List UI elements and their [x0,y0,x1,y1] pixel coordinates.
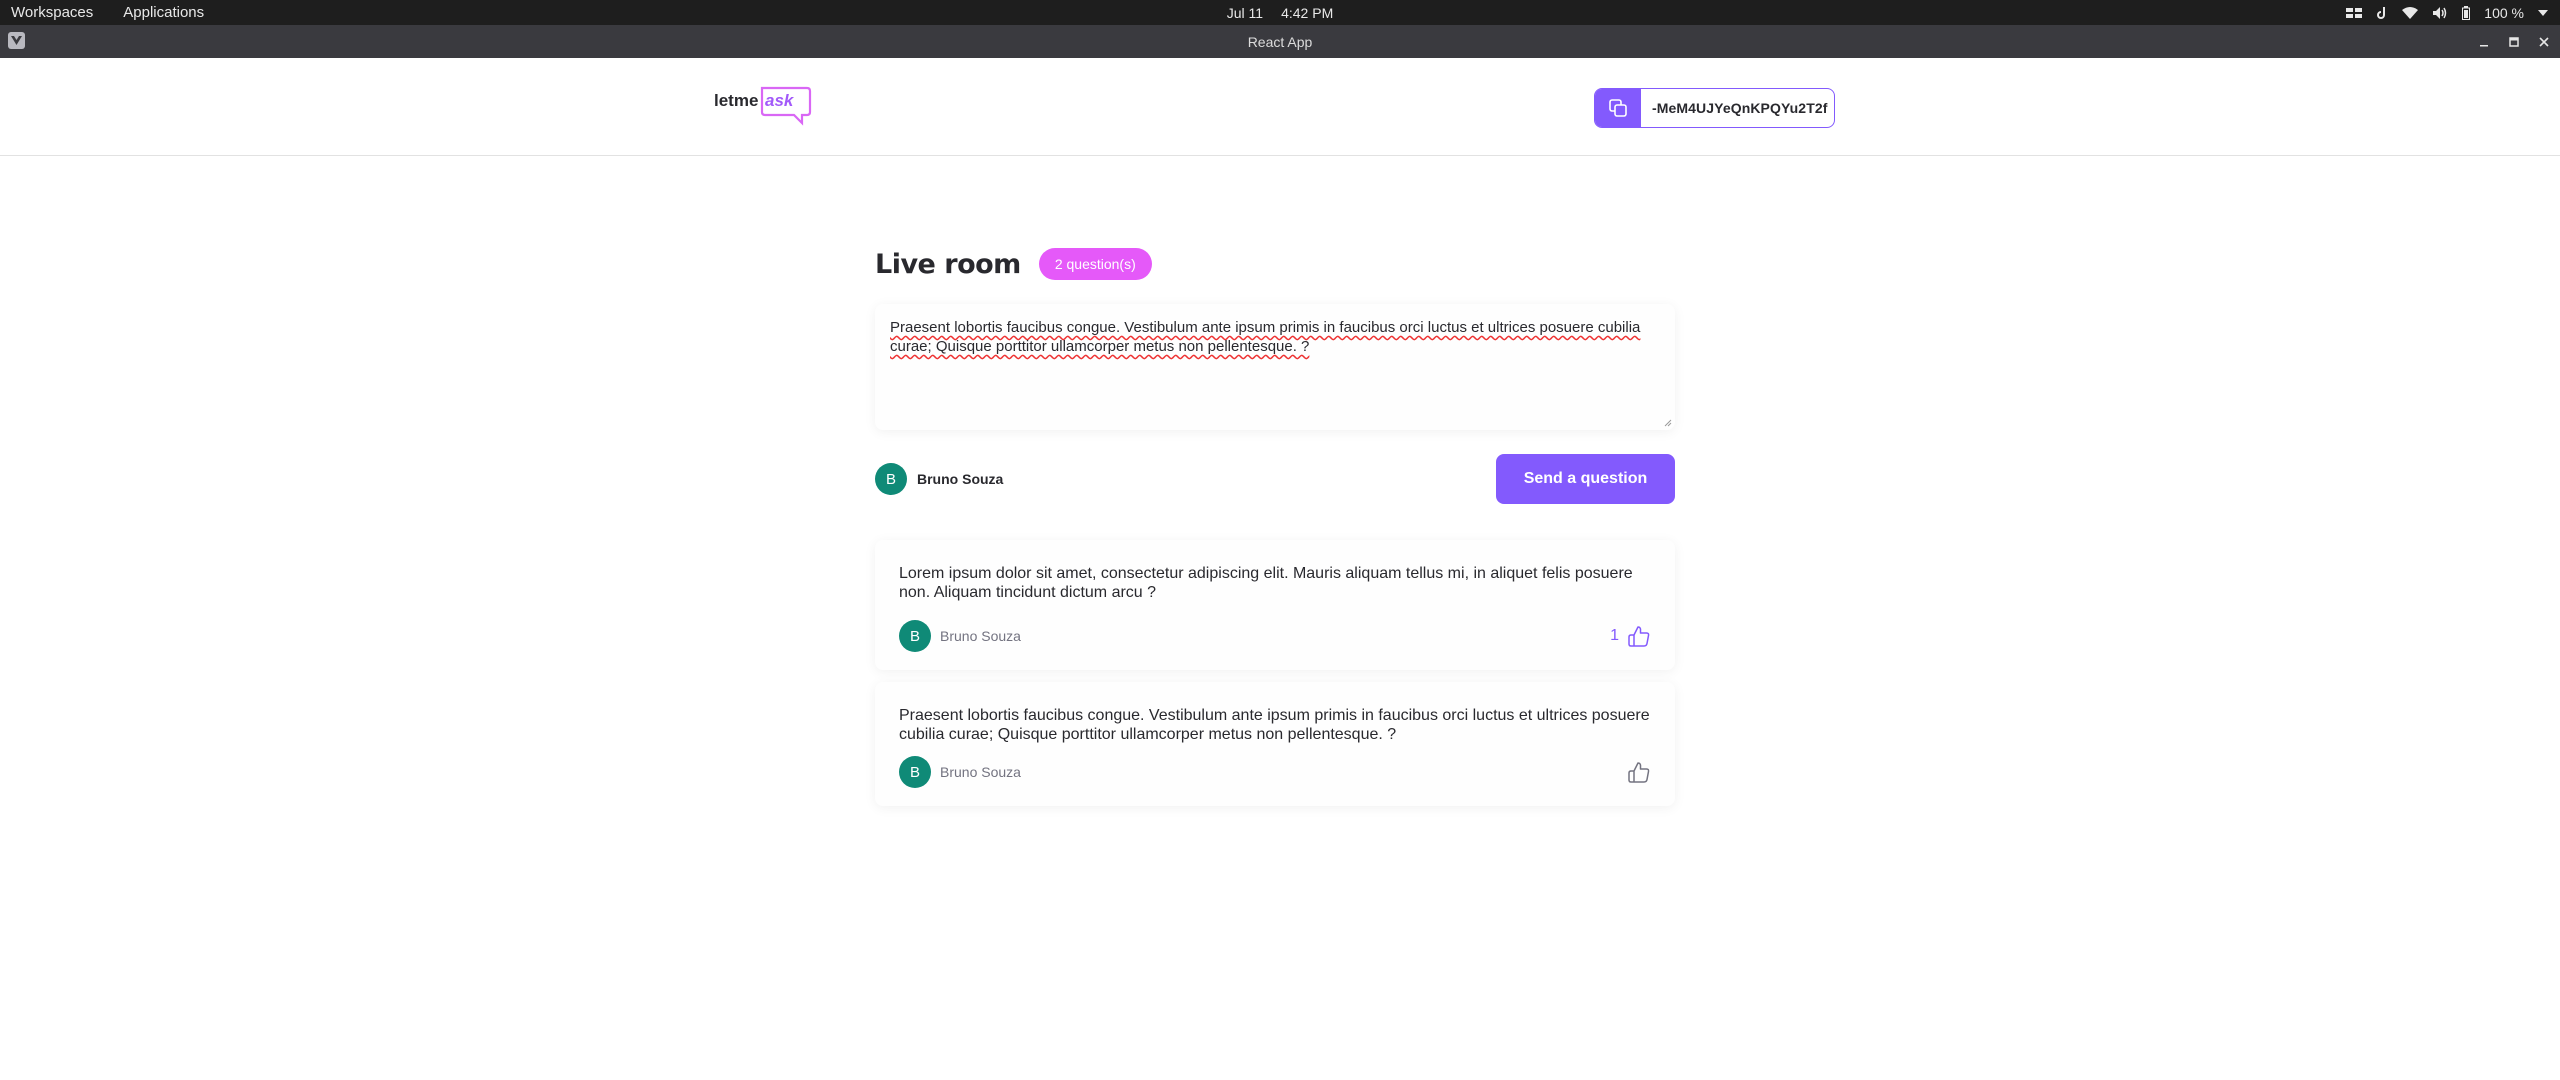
close-icon[interactable] [2536,34,2552,50]
copy-icon[interactable] [1595,89,1641,127]
user-name: Bruno Souza [917,471,1004,487]
author-name: Bruno Souza [940,628,1021,644]
question-author: B Bruno Souza [899,620,1021,652]
author-name: Bruno Souza [940,764,1021,780]
minimize-icon[interactable] [2476,34,2492,50]
resize-grip-icon[interactable] [1664,419,1672,427]
room-title-row: Live room 2 question(s) [875,248,1152,280]
window-title: React App [1247,33,1313,50]
maximize-icon[interactable] [2506,34,2522,50]
question-text: Praesent lobortis faucibus congue. Vesti… [899,707,1650,743]
question-author: B Bruno Souza [899,756,1021,788]
wifi-icon[interactable] [2402,6,2419,19]
like-button[interactable] [1619,760,1651,784]
like-button[interactable]: 1 [1610,624,1651,648]
clock[interactable]: Jul 11 4:42 PM [0,0,2560,25]
window-title-bar: React App [0,25,2560,58]
question-textarea[interactable]: Praesent lobortis faucibus congue. Vesti… [875,304,1675,430]
avatar: B [899,756,931,788]
send-question-button[interactable]: Send a question [1496,454,1675,504]
avatar: B [875,463,907,495]
question-card: Lorem ipsum dolor sit amet, consectetur … [875,540,1675,670]
room-code-button[interactable]: -MeM4UJYeQnKPQYu2T2f [1594,88,1835,128]
thumbs-up-icon [1628,626,1650,647]
question-text: Lorem ipsum dolor sit amet, consectetur … [899,565,1633,601]
textarea-value: Praesent lobortis faucibus congue. Vesti… [890,319,1641,355]
question-list: Lorem ipsum dolor sit amet, consectetur … [875,540,1675,818]
logo-text-letme: letme [714,91,758,110]
app-indicator-icon[interactable] [2376,6,2388,20]
app-viewport: letme ask -MeM4UJYeQnKPQYu2T2f Live room… [0,58,2560,1080]
room-code-text: -MeM4UJYeQnKPQYu2T2f [1652,100,1828,116]
avatar: B [899,620,931,652]
question-count-badge: 2 question(s) [1038,248,1152,280]
thumbs-up-icon [1628,762,1650,783]
question-form-footer: B Bruno Souza Send a question [875,454,1675,504]
question-card: Praesent lobortis faucibus congue. Vesti… [875,682,1675,806]
battery-icon[interactable] [2462,5,2471,20]
current-user: B Bruno Souza [875,463,1003,495]
letmeask-logo[interactable]: letme ask [712,82,812,132]
chevron-down-icon[interactable] [2538,9,2548,16]
volume-icon[interactable] [2432,6,2448,20]
date-label: Jul 11 [1226,4,1264,21]
time-label: 4:42 PM [1281,4,1334,21]
battery-percent: 100 % [2484,4,2524,21]
page-title: Live room [875,248,1021,280]
page-header: letme ask -MeM4UJYeQnKPQYu2T2f [0,58,2560,156]
like-count: 1 [1610,627,1619,644]
layout-icon[interactable] [2346,7,2363,18]
system-top-bar: Workspaces Applications Jul 11 4:42 PM 1… [0,0,2560,25]
logo-text-ask: ask [765,91,795,110]
